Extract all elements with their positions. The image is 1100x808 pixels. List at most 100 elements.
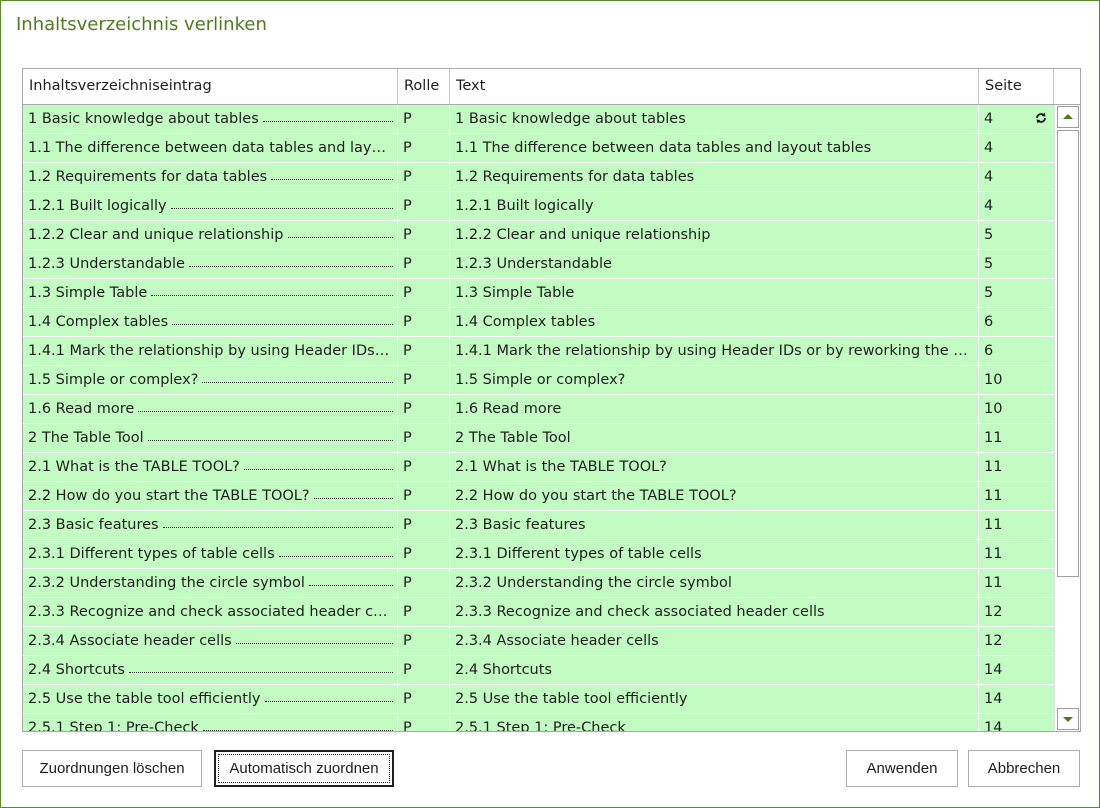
table-row[interactable]: 2.5 Use the table tool efficiently P 2.5 U… [23, 685, 1054, 714]
role-cell[interactable]: P [398, 221, 450, 249]
table-row[interactable]: 2.3.1 Different types of table cells P 2.3… [23, 540, 1054, 569]
toc-entry-cell[interactable]: 2.4 Shortcuts [23, 656, 398, 684]
role-cell[interactable]: P [398, 714, 450, 731]
toc-entry-cell[interactable]: 1.6 Read more [23, 395, 398, 423]
role-cell[interactable]: P [398, 308, 450, 336]
role-cell[interactable]: P [398, 482, 450, 510]
text-cell[interactable]: 2.3.1 Different types of table cells [450, 540, 979, 568]
toc-entry-cell[interactable]: 2.3.3 Recognize and check associated hea… [23, 598, 398, 626]
page-cell[interactable]: 14 [979, 656, 1054, 684]
toc-entry-cell[interactable]: 1.2.3 Understandable [23, 250, 398, 278]
text-cell[interactable]: 1.2.3 Understandable [450, 250, 979, 278]
role-cell[interactable]: P [398, 337, 450, 365]
role-cell[interactable]: P [398, 105, 450, 133]
scroll-down-button[interactable] [1057, 708, 1079, 730]
sync-icon[interactable] [1034, 111, 1048, 125]
text-cell[interactable]: 1.5 Simple or complex? [450, 366, 979, 394]
table-row[interactable]: 1.2.1 Built logically P 1.2.1 Built logica… [23, 192, 1054, 221]
cancel-button[interactable]: Abbrechen [968, 750, 1080, 787]
toc-entry-cell[interactable]: 2.3 Basic features [23, 511, 398, 539]
page-cell[interactable]: 4 [979, 134, 1054, 162]
role-cell[interactable]: P [398, 163, 450, 191]
page-cell[interactable]: 4 [979, 163, 1054, 191]
page-cell[interactable]: 11 [979, 453, 1054, 481]
toc-entry-cell[interactable]: 1.3 Simple Table [23, 279, 398, 307]
text-cell[interactable]: 2.1 What is the TABLE TOOL? [450, 453, 979, 481]
text-cell[interactable]: 1.3 Simple Table [450, 279, 979, 307]
table-row[interactable]: 2.3 Basic features P 2.3 Basic features 11 [23, 511, 1054, 540]
role-cell[interactable]: P [398, 627, 450, 655]
text-cell[interactable]: 1.2.2 Clear and unique relationship [450, 221, 979, 249]
column-header-text[interactable]: Text [450, 69, 979, 104]
toc-entry-cell[interactable]: 2.3.4 Associate header cells [23, 627, 398, 655]
toc-entry-cell[interactable]: 2 The Table Tool [23, 424, 398, 452]
text-cell[interactable]: 2.4 Shortcuts [450, 656, 979, 684]
role-cell[interactable]: P [398, 685, 450, 713]
toc-entry-cell[interactable]: 1 Basic knowledge about tables [23, 105, 398, 133]
toc-entry-cell[interactable]: 1.4 Complex tables [23, 308, 398, 336]
table-row[interactable]: 2.1 What is the TABLE TOOL? P 2.1 What is … [23, 453, 1054, 482]
text-cell[interactable]: 1.4 Complex tables [450, 308, 979, 336]
column-header-page[interactable]: Seite [979, 69, 1054, 104]
table-row[interactable]: 2.2 How do you start the TABLE TOOL? P 2.2… [23, 482, 1054, 511]
toc-entry-cell[interactable]: 1.5 Simple or complex? [23, 366, 398, 394]
role-cell[interactable]: P [398, 598, 450, 626]
toc-entry-cell[interactable]: 2.5.1 Step 1: Pre-Check [23, 714, 398, 731]
clear-assignments-button[interactable]: Zuordnungen löschen [22, 750, 202, 787]
table-row[interactable]: 1.4.1 Mark the relationship by using Hea… [23, 337, 1054, 366]
page-cell[interactable]: 11 [979, 511, 1054, 539]
toc-entry-cell[interactable]: 2.3.2 Understanding the circle symbol [23, 569, 398, 597]
text-cell[interactable]: 2.3 Basic features [450, 511, 979, 539]
vertical-scrollbar[interactable] [1054, 105, 1080, 731]
text-cell[interactable]: 2.2 How do you start the TABLE TOOL? [450, 482, 979, 510]
page-cell[interactable]: 12 [979, 627, 1054, 655]
page-cell[interactable]: 10 [979, 366, 1054, 394]
toc-entry-cell[interactable]: 1.4.1 Mark the relationship by using Hea… [23, 337, 398, 365]
table-row[interactable]: 1.4 Complex tables P 1.4 Complex tables 6 [23, 308, 1054, 337]
text-cell[interactable]: 2.3.3 Recognize and check associated hea… [450, 598, 979, 626]
table-row[interactable]: 1.2 Requirements for data tables P 1.2 Req… [23, 163, 1054, 192]
table-row[interactable]: 2.3.4 Associate header cells P 2.3.4 Assoc… [23, 627, 1054, 656]
page-cell[interactable]: 6 [979, 337, 1054, 365]
role-cell[interactable]: P [398, 540, 450, 568]
table-row[interactable]: 1.2.3 Understandable P 1.2.3 Understandabl… [23, 250, 1054, 279]
apply-button[interactable]: Anwenden [846, 750, 958, 787]
toc-entry-cell[interactable]: 2.1 What is the TABLE TOOL? [23, 453, 398, 481]
toc-entry-cell[interactable]: 2.5 Use the table tool efficiently [23, 685, 398, 713]
column-header-entry[interactable]: Inhaltsverzeichniseintrag [23, 69, 398, 104]
scrollbar-thumb[interactable] [1057, 130, 1079, 577]
table-row[interactable]: 1 Basic knowledge about tables P 1 Basic k… [23, 105, 1054, 134]
table-row[interactable]: 1.6 Read more P 1.6 Read more 10 [23, 395, 1054, 424]
role-cell[interactable]: P [398, 366, 450, 394]
toc-entry-cell[interactable]: 2.2 How do you start the TABLE TOOL? [23, 482, 398, 510]
page-cell[interactable]: 12 [979, 598, 1054, 626]
toc-entry-cell[interactable]: 1.1 The difference between data tables a… [23, 134, 398, 162]
table-row[interactable]: 2.5.1 Step 1: Pre-Check P 2.5.1 Step 1: Pr… [23, 714, 1054, 731]
role-cell[interactable]: P [398, 453, 450, 481]
role-cell[interactable]: P [398, 656, 450, 684]
role-cell[interactable]: P [398, 250, 450, 278]
toc-entry-cell[interactable]: 2.3.1 Different types of table cells [23, 540, 398, 568]
page-cell[interactable]: 14 [979, 685, 1054, 713]
role-cell[interactable]: P [398, 279, 450, 307]
table-row[interactable]: 1.1 The difference between data tables a… [23, 134, 1054, 163]
text-cell[interactable]: 1.2.1 Built logically [450, 192, 979, 220]
page-cell[interactable]: 11 [979, 569, 1054, 597]
page-cell[interactable]: 4 [979, 192, 1054, 220]
toc-entry-cell[interactable]: 1.2.2 Clear and unique relationship [23, 221, 398, 249]
role-cell[interactable]: P [398, 511, 450, 539]
text-cell[interactable]: 1.1 The difference between data tables a… [450, 134, 979, 162]
table-row[interactable]: 2.3.2 Understanding the circle symbol P 2.… [23, 569, 1054, 598]
column-header-role[interactable]: Rolle [398, 69, 450, 104]
text-cell[interactable]: 1.6 Read more [450, 395, 979, 423]
page-cell[interactable]: 5 [979, 221, 1054, 249]
text-cell[interactable]: 2.3.2 Understanding the circle symbol [450, 569, 979, 597]
page-cell[interactable]: 10 [979, 395, 1054, 423]
scroll-up-button[interactable] [1057, 106, 1079, 128]
table-row[interactable]: 1.2.2 Clear and unique relationship P 1.2.… [23, 221, 1054, 250]
role-cell[interactable]: P [398, 192, 450, 220]
role-cell[interactable]: P [398, 569, 450, 597]
role-cell[interactable]: P [398, 395, 450, 423]
page-cell[interactable]: 5 [979, 279, 1054, 307]
page-cell[interactable]: 5 [979, 250, 1054, 278]
